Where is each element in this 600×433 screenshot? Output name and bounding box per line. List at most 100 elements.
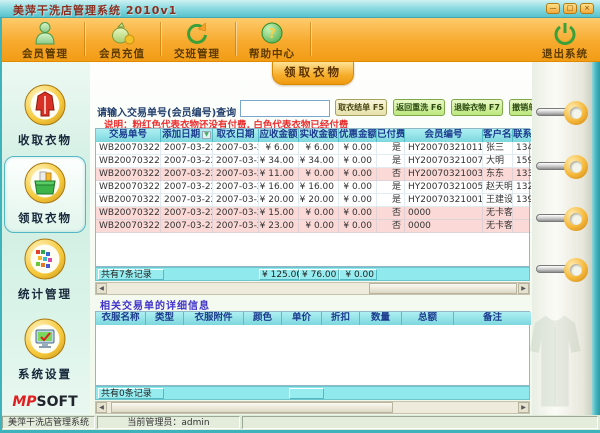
table-cell: 2007-03-25: [213, 194, 259, 207]
table-cell: ¥ 0.00: [299, 168, 339, 181]
sidebar-item-receive-clothes[interactable]: 领取衣物: [4, 156, 86, 233]
table-cell: ¥ 0.00: [339, 220, 377, 233]
settle-pickup-button[interactable]: 取衣结单 F5: [335, 99, 387, 116]
toolbar-button-shift-management[interactable]: 交班管理: [161, 20, 233, 60]
toolbar-separator: [310, 22, 311, 56]
table-cell: 0000: [405, 207, 483, 220]
orders-horizontal-scrollbar[interactable]: ◀ ▶: [95, 282, 530, 295]
binder-ring: [532, 257, 592, 283]
column-header[interactable]: 单价: [282, 312, 322, 325]
table-row[interactable]: WB200703220012007-03-222007-03-23¥ 23.00…: [96, 220, 529, 233]
table-cell: ¥ 0.00: [299, 207, 339, 220]
main-toolbar: 会员管理 会员充值 交班管理: [0, 18, 600, 62]
table-row[interactable]: WB200703220092007-03-222007-03-25¥ 6.00¥…: [96, 142, 529, 155]
table-cell: HY20070321003: [405, 168, 483, 181]
table-cell: 王建设: [483, 194, 513, 207]
table-cell: 无卡客户: [483, 220, 513, 233]
column-header[interactable]: 添加日期▼: [161, 129, 213, 142]
member-icon: [9, 20, 81, 46]
window-titlebar: 美萍干洗店管理系统 2010v1 — □ ×: [0, 0, 600, 18]
table-cell: ¥ 0.00: [339, 194, 377, 207]
scrollbar-thumb[interactable]: [111, 402, 393, 413]
column-header[interactable]: 折扣: [322, 312, 360, 325]
help-icon: ?: [236, 20, 308, 46]
binder-ring: [532, 154, 592, 180]
toolbar-button-member-recharge[interactable]: 会员充值: [86, 20, 158, 60]
table-cell: ¥ 6.00: [299, 142, 339, 155]
column-header[interactable]: 已付费: [377, 129, 405, 142]
table-cell: 是: [377, 155, 405, 168]
power-icon: [529, 20, 600, 46]
scroll-left-icon[interactable]: ◀: [96, 283, 107, 294]
table-cell: 2007-03-25: [213, 207, 259, 220]
column-header[interactable]: 取衣日期: [213, 129, 259, 142]
column-header[interactable]: 应收金额: [259, 129, 299, 142]
rewash-button[interactable]: 返回重洗 F6: [393, 99, 445, 116]
sidebar-item-label: 收取衣物: [4, 132, 86, 148]
table-cell: 2007-03-25: [213, 168, 259, 181]
table-row[interactable]: WB200703220032007-03-222007-03-25 ¥ 20.00…: [96, 194, 529, 207]
table-cell: 2007-03-22: [161, 181, 213, 194]
table-cell: ¥ 20.00: [299, 194, 339, 207]
sidebar-item-label: 系统设置: [4, 366, 86, 382]
table-cell: 133015: [513, 168, 531, 181]
table-row[interactable]: WB200703220022007-03-222007-03-25¥ 15.00…: [96, 207, 529, 220]
binder-ring: [532, 206, 592, 232]
table-cell: WB20070322004: [96, 181, 161, 194]
toolbar-label: 交班管理: [161, 46, 233, 61]
table-cell: 2007-03-25: [213, 142, 259, 155]
toolbar-button-help-center[interactable]: ? 帮助中心: [236, 20, 308, 60]
column-header[interactable]: 会员编号: [405, 129, 483, 142]
sidebar-item-collect-clothes[interactable]: 收取衣物: [4, 84, 86, 148]
statistics-icon: [24, 265, 66, 284]
column-header[interactable]: 客户名称: [483, 129, 513, 142]
maximize-icon[interactable]: □: [563, 3, 577, 14]
scroll-right-icon[interactable]: ▶: [518, 283, 529, 294]
table-cell: ¥ 6.00: [259, 142, 299, 155]
table-row[interactable]: WB200703220052007-03-222007-03-25¥ 11.00…: [96, 168, 529, 181]
table-cell: WB20070322002: [96, 207, 161, 220]
table-cell: 2007-03-22: [161, 194, 213, 207]
table-cell: ¥ 23.00: [259, 220, 299, 233]
search-input[interactable]: [240, 100, 330, 117]
scrollbar-thumb[interactable]: [369, 283, 517, 294]
svg-text:?: ?: [268, 27, 276, 42]
close-icon[interactable]: ×: [580, 3, 594, 14]
table-cell: 否: [377, 207, 405, 220]
binder-ring: [532, 100, 592, 126]
sidebar-item-statistics[interactable]: 统计管理: [4, 238, 86, 302]
settings-icon: [24, 345, 66, 364]
column-header[interactable]: 交易单号: [96, 129, 161, 142]
collect-clothes-icon: [24, 111, 66, 130]
mpsoft-logo: MPSOFT: [0, 394, 90, 410]
column-header[interactable]: 衣服附件: [184, 312, 244, 325]
column-header[interactable]: 优惠金额: [339, 129, 377, 142]
table-cell: ¥ 11.00: [259, 168, 299, 181]
detail-horizontal-scrollbar[interactable]: ◀ ▶: [95, 401, 530, 414]
toolbar-button-exit-system[interactable]: 退出系统: [529, 20, 600, 60]
table-cell: 张三: [483, 142, 513, 155]
tab-receive-clothes[interactable]: 领取衣物: [272, 62, 354, 85]
table-cell: 是: [377, 181, 405, 194]
column-header[interactable]: 数量: [360, 312, 402, 325]
scroll-left-icon[interactable]: ◀: [96, 402, 107, 413]
sidebar-item-system-settings[interactable]: 系统设置: [4, 318, 86, 382]
column-header[interactable]: 总额: [402, 312, 454, 325]
window-border-right: [592, 62, 600, 415]
minimize-icon[interactable]: —: [546, 3, 560, 14]
table-row[interactable]: WB200703220062007-03-222007-03-25¥ 34.00…: [96, 155, 529, 168]
toolbar-button-member-management[interactable]: 会员管理: [9, 20, 81, 60]
column-header[interactable]: 联系: [513, 129, 531, 142]
column-header[interactable]: 衣服名称: [96, 312, 146, 325]
table-cell: WB20070322003: [96, 194, 161, 207]
window-body: 收取衣物 领取衣物: [0, 62, 600, 415]
logo-mp: MP: [12, 394, 36, 410]
receive-clothes-icon: [24, 189, 66, 208]
column-header[interactable]: 颜色: [244, 312, 282, 325]
table-cell: 2007-03-22: [161, 155, 213, 168]
column-header[interactable]: 类型: [146, 312, 184, 325]
table-cell: 2007-03-25: [213, 181, 259, 194]
column-header[interactable]: 实收金额: [299, 129, 339, 142]
table-row[interactable]: WB200703220042007-03-222007-03-25¥ 16.00…: [96, 181, 529, 194]
return-clothes-button[interactable]: 退赊衣物 F7: [451, 99, 503, 116]
